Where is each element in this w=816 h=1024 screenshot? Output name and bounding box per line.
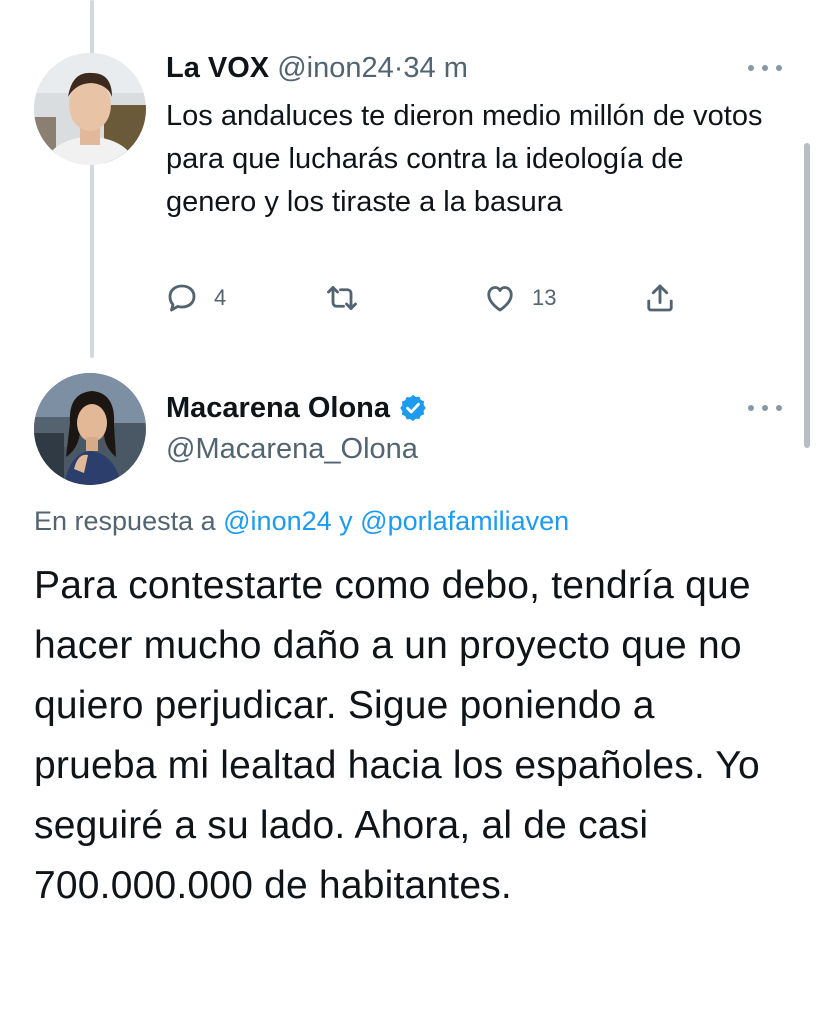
- like-count: 13: [532, 285, 557, 310]
- timestamp[interactable]: 34 m: [403, 52, 467, 84]
- tweet-text: Para contestarte como debo, tendría que …: [34, 564, 760, 907]
- share-icon: [642, 280, 678, 316]
- separator-dot: ·: [393, 52, 404, 84]
- mention-conjunction: y: [339, 506, 353, 536]
- user-handle[interactable]: @inon24: [277, 52, 394, 84]
- retweet-icon: [324, 280, 360, 316]
- reply-icon: [164, 280, 200, 316]
- mention-link[interactable]: @inon24: [223, 506, 332, 536]
- user-handle[interactable]: @Macarena_Olona: [166, 431, 418, 467]
- share-button[interactable]: [642, 278, 678, 318]
- tweet-header: La VOX @inon24·34 m: [166, 50, 468, 86]
- tweet-text: Los andaluces te dieron medio millón de …: [166, 100, 763, 218]
- mention-link[interactable]: @porlafamiliaven: [360, 506, 569, 536]
- avatar[interactable]: [34, 53, 146, 165]
- display-name[interactable]: La VOX: [166, 52, 269, 84]
- more-icon[interactable]: [748, 402, 782, 414]
- avatar[interactable]: [34, 373, 146, 485]
- more-icon[interactable]: [748, 62, 782, 74]
- retweet-button[interactable]: [324, 278, 360, 318]
- replying-to-prefix: En respuesta a: [34, 506, 216, 536]
- like-button[interactable]: 13: [482, 278, 556, 318]
- display-name[interactable]: Macarena Olona: [166, 390, 390, 426]
- tweet-header: Macarena Olona: [166, 390, 428, 426]
- tweet-actions: 4 13: [164, 278, 684, 318]
- replying-to-line: En respuesta a @inon24 y @porlafamiliave…: [34, 503, 569, 539]
- like-icon: [482, 280, 518, 316]
- reply-button[interactable]: 4: [164, 278, 226, 318]
- verified-icon: [400, 394, 426, 422]
- reply-count: 4: [214, 285, 227, 310]
- scrollbar[interactable]: [804, 143, 810, 448]
